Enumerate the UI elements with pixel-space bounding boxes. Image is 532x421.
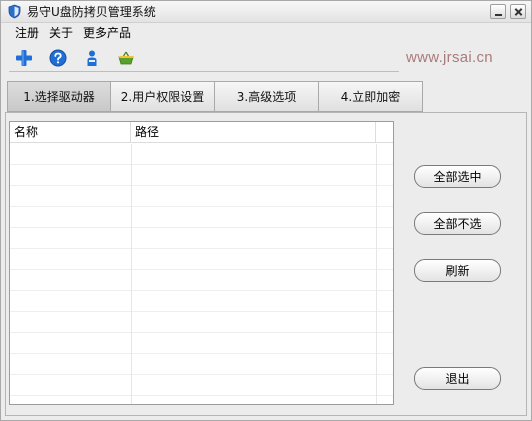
tab-select-drive[interactable]: 1.选择驱动器 — [7, 81, 111, 112]
plus-icon — [16, 50, 32, 66]
shop-button[interactable] — [115, 47, 137, 69]
toolbar-divider — [9, 71, 399, 72]
select-all-button[interactable]: 全部选中 — [414, 165, 501, 188]
toolbar — [13, 47, 137, 69]
exit-button[interactable]: 退出 — [414, 367, 501, 390]
basket-icon — [118, 51, 134, 65]
list-header: 名称 路径 — [10, 122, 393, 143]
window-title: 易守U盘防拷贝管理系统 — [27, 5, 156, 19]
title-bar[interactable]: 易守U盘防拷贝管理系统 — [1, 1, 531, 23]
tab-bar: 1.选择驱动器 2.用户权限设置 3.高级选项 4.立即加密 — [7, 81, 423, 112]
menu-register[interactable]: 注册 — [15, 24, 39, 42]
select-none-button[interactable]: 全部不选 — [414, 212, 501, 235]
user-icon — [87, 50, 97, 66]
column-header-extra[interactable] — [376, 122, 393, 143]
menu-bar: 注册 关于 更多产品 — [15, 24, 131, 42]
column-header-path[interactable]: 路径 — [131, 122, 376, 143]
menu-more-products[interactable]: 更多产品 — [83, 24, 131, 42]
app-window: 易守U盘防拷贝管理系统 注册 关于 更多产品 www.jrsai.cn 1.选择… — [0, 0, 532, 421]
refresh-button[interactable]: 刷新 — [414, 259, 501, 282]
watermark-text: www.jrsai.cn — [406, 49, 493, 66]
close-button[interactable] — [510, 4, 526, 19]
shield-icon — [8, 4, 21, 19]
help-button[interactable] — [47, 47, 69, 69]
add-button[interactable] — [13, 47, 35, 69]
help-icon — [49, 49, 67, 67]
tab-advanced-options[interactable]: 3.高级选项 — [215, 81, 319, 112]
list-body[interactable] — [10, 144, 393, 404]
tab-encrypt-now[interactable]: 4.立即加密 — [319, 81, 423, 112]
column-header-name[interactable]: 名称 — [10, 122, 131, 143]
menu-about[interactable]: 关于 — [49, 24, 73, 42]
tab-user-permissions[interactable]: 2.用户权限设置 — [111, 81, 215, 112]
user-button[interactable] — [81, 47, 103, 69]
drive-list[interactable]: 名称 路径 — [9, 121, 394, 405]
minimize-button[interactable] — [490, 4, 506, 19]
